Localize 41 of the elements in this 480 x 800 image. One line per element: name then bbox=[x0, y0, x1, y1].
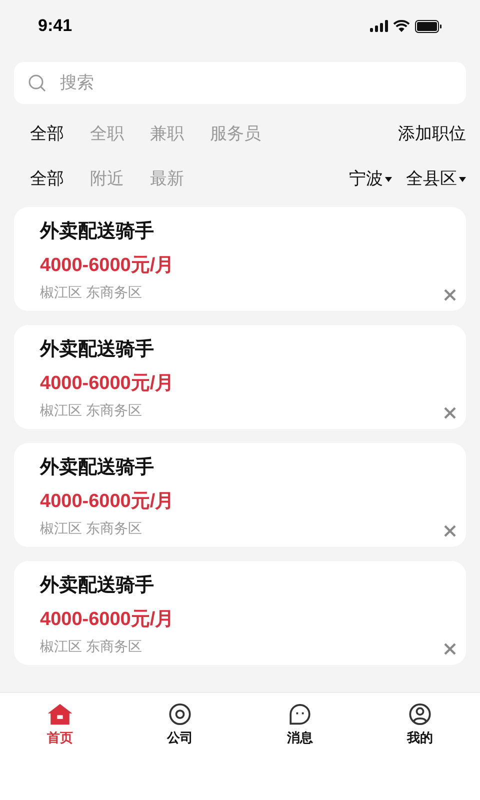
job-title: 外卖配送骑手 bbox=[40, 574, 155, 598]
nav-tab[interactable]: 公司 bbox=[120, 703, 240, 747]
close-icon[interactable] bbox=[444, 289, 456, 301]
region-dropdown[interactable]: 宁波 bbox=[349, 166, 392, 192]
region-dropdown[interactable]: 全县区 bbox=[406, 166, 466, 192]
job-card[interactable]: 外卖配送骑手 4000-6000元/月 椒江区 东商务区 bbox=[14, 561, 466, 665]
add-position-button[interactable]: 添加职位 bbox=[398, 121, 466, 147]
status-time: 9:41 bbox=[38, 15, 72, 38]
job-salary: 4000-6000元/月 bbox=[40, 490, 176, 514]
nav-tab[interactable]: 消息 bbox=[240, 703, 360, 747]
user-icon bbox=[408, 703, 432, 726]
close-icon[interactable] bbox=[444, 407, 456, 419]
job-card[interactable]: 外卖配送骑手 4000-6000元/月 椒江区 东商务区 bbox=[14, 325, 466, 429]
close-icon[interactable] bbox=[444, 525, 456, 537]
job-title: 外卖配送骑手 bbox=[40, 456, 155, 480]
job-salary: 4000-6000元/月 bbox=[40, 608, 176, 632]
caret-icon bbox=[459, 176, 466, 182]
job-location: 椒江区 东商务区 bbox=[40, 637, 143, 656]
job-location: 椒江区 东商务区 bbox=[40, 401, 143, 420]
search-icon bbox=[28, 74, 46, 92]
category-tab[interactable]: 全部 bbox=[30, 121, 64, 147]
job-salary: 4000-6000元/月 bbox=[40, 372, 176, 396]
search-field[interactable]: 搜索 bbox=[14, 62, 466, 104]
sort-tab[interactable]: 全部 bbox=[30, 166, 64, 192]
signal-icon bbox=[370, 20, 388, 32]
close-icon[interactable] bbox=[444, 643, 456, 655]
nav-tab[interactable]: 首页 bbox=[0, 703, 120, 747]
job-card[interactable]: 外卖配送骑手 4000-6000元/月 椒江区 东商务区 bbox=[14, 207, 466, 311]
wifi-icon bbox=[393, 20, 410, 32]
job-title: 外卖配送骑手 bbox=[40, 220, 155, 244]
job-salary: 4000-6000元/月 bbox=[40, 254, 176, 278]
battery-icon bbox=[415, 20, 442, 32]
home-icon bbox=[46, 703, 74, 726]
caret-icon bbox=[385, 176, 392, 182]
job-card[interactable]: 外卖配送骑手 4000-6000元/月 椒江区 东商务区 bbox=[14, 443, 466, 547]
job-location: 椒江区 东商务区 bbox=[40, 283, 143, 302]
job-location: 椒江区 东商务区 bbox=[40, 519, 143, 538]
target-icon bbox=[168, 703, 192, 726]
nav-tab[interactable]: 我的 bbox=[360, 703, 480, 747]
chat-bubble-icon bbox=[288, 703, 312, 726]
job-title: 外卖配送骑手 bbox=[40, 338, 155, 362]
